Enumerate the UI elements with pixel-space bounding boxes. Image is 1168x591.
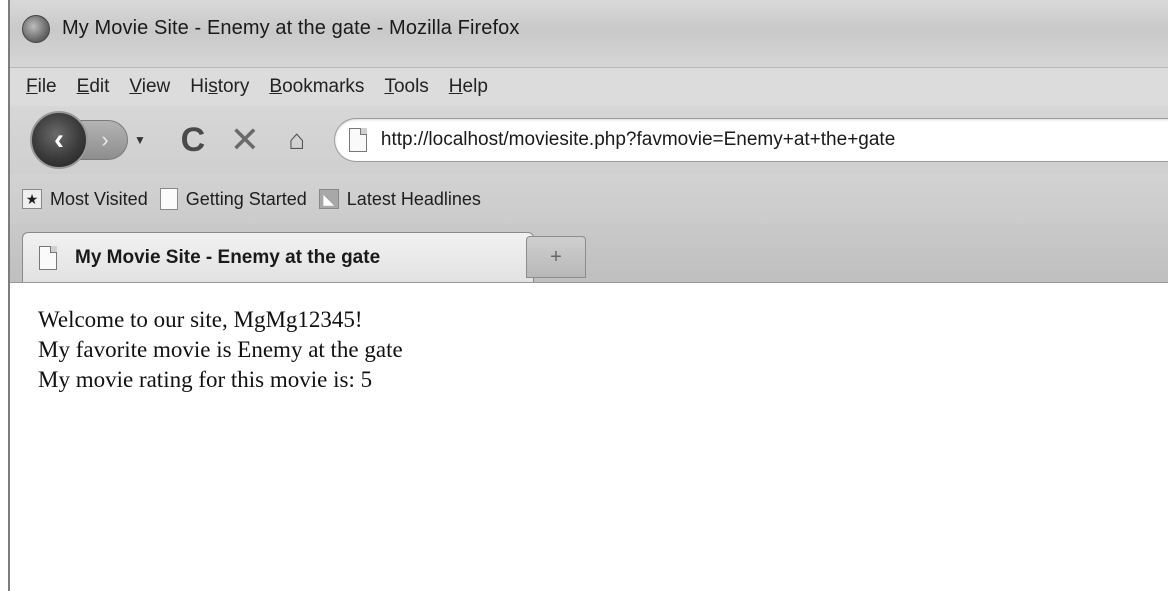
back-icon: ‹ xyxy=(54,123,64,156)
navigation-toolbar: ‹ › ▼ C ✕ ⌂ http://localhost/moviesite.p… xyxy=(10,106,1168,174)
tab-label: My Movie Site - Enemy at the gate xyxy=(75,246,381,268)
bookmark-latest-headlines[interactable]: ◣ Latest Headlines xyxy=(318,188,481,210)
history-dropdown-icon[interactable]: ▼ xyxy=(134,133,146,147)
rating-line: My movie rating for this movie is: 5 xyxy=(38,367,373,392)
stop-icon: ✕ xyxy=(229,119,260,160)
bookmark-most-visited[interactable]: ★ Most Visited xyxy=(22,189,148,210)
back-button[interactable]: ‹ xyxy=(30,111,88,169)
home-button[interactable]: ⌂ xyxy=(278,120,316,160)
bookmark-getting-started[interactable]: Getting Started xyxy=(159,188,307,210)
page-icon xyxy=(39,245,57,270)
plus-icon: + xyxy=(550,245,562,268)
menu-bookmarks[interactable]: Bookmarks xyxy=(269,76,364,98)
bookmark-label: Getting Started xyxy=(185,188,307,209)
bookmarks-toolbar: ★ Most Visited Getting Started ◣ Latest … xyxy=(10,174,1168,224)
menu-view[interactable]: View xyxy=(129,76,170,98)
browser-window: My Movie Site - Enemy at the gate - Mozi… xyxy=(8,0,1168,591)
menu-history[interactable]: History xyxy=(190,76,249,98)
tab-my-movie-site[interactable]: My Movie Site - Enemy at the gate xyxy=(22,232,534,282)
reload-icon: C xyxy=(180,120,206,159)
url-bar[interactable]: http://localhost/moviesite.php?favmovie=… xyxy=(333,118,1168,162)
welcome-line: Welcome to our site, MgMg12345! xyxy=(38,307,363,332)
firefox-logo-icon xyxy=(22,14,50,43)
favorite-movie-line: My favorite movie is Enemy at the gate xyxy=(38,337,403,362)
window-title: My Movie Site - Enemy at the gate - Mozi… xyxy=(62,17,520,39)
new-tab-button[interactable]: + xyxy=(526,236,586,278)
most-visited-icon: ★ xyxy=(22,189,42,209)
forward-icon: › xyxy=(101,127,109,152)
menu-bar: File Edit View History Bookmarks Tools H… xyxy=(10,68,1168,106)
page-icon xyxy=(348,128,367,152)
tab-strip: My Movie Site - Enemy at the gate + xyxy=(10,224,1168,283)
bookmark-label: Latest Headlines xyxy=(346,188,481,209)
menu-file[interactable]: File xyxy=(26,76,57,98)
menu-tools[interactable]: Tools xyxy=(384,76,428,98)
bookmark-label: Most Visited xyxy=(50,188,148,209)
page-content: Welcome to our site, MgMg12345! My favor… xyxy=(10,283,1168,591)
title-bar: My Movie Site - Enemy at the gate - Mozi… xyxy=(10,0,1168,68)
page-icon xyxy=(159,188,178,210)
stop-button[interactable]: ✕ xyxy=(226,119,264,160)
rss-icon: ◣ xyxy=(318,189,339,209)
reload-button[interactable]: C xyxy=(174,120,212,160)
home-icon: ⌂ xyxy=(288,124,306,155)
menu-help[interactable]: Help xyxy=(449,76,488,98)
url-text[interactable]: http://localhost/moviesite.php?favmovie=… xyxy=(381,129,895,151)
menu-edit[interactable]: Edit xyxy=(77,76,110,98)
